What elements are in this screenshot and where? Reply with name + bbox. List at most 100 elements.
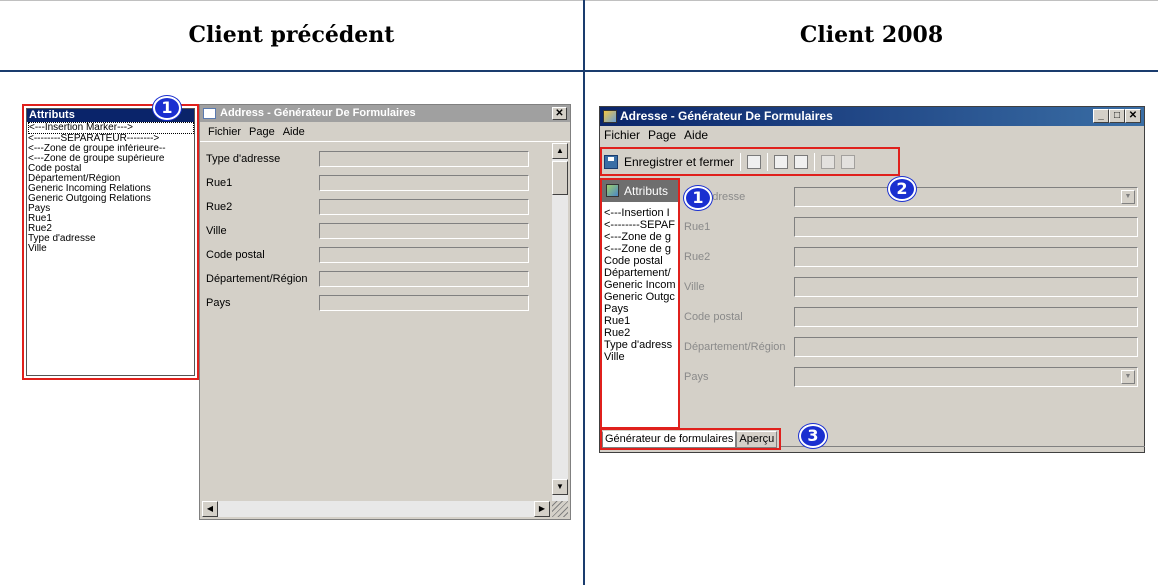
new-menu-bar: Fichier Page Aide: [600, 126, 1144, 144]
new-form-area: 'adresse ▼ Rue1 Rue2 Ville Code postal Dé…: [684, 187, 1144, 427]
scroll-thumb[interactable]: [552, 161, 568, 195]
rue2-field[interactable]: [794, 247, 1138, 267]
list-item[interactable]: <--------SEPARATEUR-------->: [28, 134, 194, 144]
list-item[interactable]: <---Zone de groupe supérieure: [28, 154, 194, 164]
dropdown-arrow-icon[interactable]: ▼: [1121, 190, 1135, 204]
pays-dropdown[interactable]: ▼: [794, 367, 1138, 387]
attributes-title: Attributs: [624, 184, 669, 198]
list-item[interactable]: Rue2: [604, 327, 678, 339]
ville-field[interactable]: [319, 223, 529, 239]
header-previous-client: Client précédent: [188, 22, 395, 48]
old-window-titlebar: Address - Générateur De Formulaires ✕: [200, 105, 570, 122]
scroll-up-icon[interactable]: ▲: [552, 143, 568, 159]
callout-badge-2: 2: [888, 177, 916, 201]
move-left-icon[interactable]: [821, 154, 836, 169]
list-item[interactable]: Type d'adress: [604, 339, 678, 351]
rue2-field[interactable]: [319, 199, 529, 215]
menu-item-fichier[interactable]: Fichier: [604, 126, 640, 144]
list-item[interactable]: Type d'adresse: [28, 234, 194, 244]
pays-field[interactable]: [319, 295, 529, 311]
close-icon[interactable]: ✕: [1125, 109, 1141, 123]
attributes-header: Attributs: [602, 180, 678, 202]
scroll-right-icon[interactable]: ▶: [534, 501, 550, 517]
list-item[interactable]: Code postal: [28, 164, 194, 174]
departement-region-field[interactable]: [794, 337, 1138, 357]
form-row: Département/Région: [206, 271, 546, 287]
field-label: Type d'adresse: [206, 153, 281, 165]
list-item[interactable]: <---Zone de groupe inférieure--: [28, 144, 194, 154]
old-menu-bar: Fichier Page Aide: [200, 122, 570, 142]
list-item[interactable]: Rue1: [28, 214, 194, 224]
type-adresse-dropdown[interactable]: ▼: [794, 187, 1138, 207]
field-label: Département/Région: [206, 273, 308, 285]
window-app-icon: [603, 110, 617, 123]
menu-item-page[interactable]: Page: [648, 126, 676, 144]
close-icon[interactable]: ✕: [552, 107, 567, 120]
field-label: Pays: [684, 371, 709, 383]
horizontal-scrollbar[interactable]: ◀ ▶: [202, 501, 550, 517]
vertical-scrollbar[interactable]: ▲ ▼: [552, 143, 568, 513]
list-item[interactable]: Generic Outgoing Relations: [28, 194, 194, 204]
list-item[interactable]: Ville: [28, 244, 194, 254]
toolbar-separator: [767, 152, 769, 171]
list-item[interactable]: <---Insertion I: [604, 207, 678, 219]
field-label: Code postal: [684, 311, 743, 323]
maximize-icon[interactable]: □: [1109, 109, 1125, 123]
list-item[interactable]: Ville: [604, 351, 678, 363]
list-item[interactable]: Pays: [28, 204, 194, 214]
old-attributes-list: Attributs <---Insertion Marker---> <----…: [22, 104, 199, 380]
list-item[interactable]: Rue1: [604, 315, 678, 327]
field-label: Département/Région: [684, 341, 786, 353]
list-item[interactable]: Rue2: [28, 224, 194, 234]
list-item[interactable]: <---Zone de g: [604, 231, 678, 243]
scroll-down-icon[interactable]: ▼: [552, 479, 568, 495]
list-item[interactable]: Pays: [604, 303, 678, 315]
field-label: Ville: [206, 225, 227, 237]
new-window-titlebar: Adresse - Générateur De Formulaires _ □ …: [600, 107, 1144, 126]
type-adresse-field[interactable]: [319, 151, 529, 167]
list-item[interactable]: Generic Outgc: [604, 291, 678, 303]
form-view-icon[interactable]: [747, 154, 762, 169]
list-item[interactable]: Département/: [604, 267, 678, 279]
list-item[interactable]: Generic Incoming Relations: [28, 184, 194, 194]
new-form-builder-window: Adresse - Générateur De Formulaires _ □ …: [599, 106, 1145, 453]
form-row: Code postal: [206, 247, 546, 263]
tab-preview[interactable]: Aperçu: [736, 431, 778, 448]
list-item[interactable]: <---Zone de g: [604, 243, 678, 255]
form-row: Pays ▼: [684, 367, 1140, 387]
list-item[interactable]: <--------SEPAF: [604, 219, 678, 231]
resize-grip-icon[interactable]: [552, 501, 568, 517]
form-row: Rue2: [206, 199, 546, 215]
new-page-icon[interactable]: [774, 154, 789, 169]
list-item[interactable]: <---Insertion Marker--->: [28, 122, 194, 134]
scroll-left-icon[interactable]: ◀: [202, 501, 218, 517]
save-icon[interactable]: [604, 154, 618, 169]
field-label: Rue2: [684, 251, 711, 263]
toolbar-separator: [814, 152, 816, 171]
departement-region-field[interactable]: [319, 271, 529, 287]
move-right-icon[interactable]: [841, 154, 856, 169]
rue1-field[interactable]: [794, 217, 1138, 237]
save-and-close-button[interactable]: Enregistrer et fermer: [624, 155, 734, 169]
tab-form-builder[interactable]: Générateur de formulaires: [602, 431, 737, 448]
list-item[interactable]: Code postal: [604, 255, 678, 267]
header-client-2008: Client 2008: [799, 22, 944, 48]
properties-icon[interactable]: [794, 154, 809, 169]
minimize-icon[interactable]: _: [1093, 109, 1109, 123]
dropdown-arrow-icon[interactable]: ▼: [1121, 370, 1135, 384]
list-item[interactable]: Département/Région: [28, 174, 194, 184]
menu-item-aide[interactable]: Aide: [684, 126, 708, 144]
window-app-icon: [203, 108, 216, 119]
field-label: Rue2: [206, 201, 233, 213]
field-label: Ville: [684, 281, 705, 293]
code-postal-field[interactable]: [319, 247, 529, 263]
list-item[interactable]: Generic Incom: [604, 279, 678, 291]
rue1-field[interactable]: [319, 175, 529, 191]
menu-item-fichier[interactable]: Fichier: [208, 122, 241, 141]
menu-item-aide[interactable]: Aide: [283, 122, 305, 141]
menu-item-page[interactable]: Page: [249, 122, 275, 141]
form-row: Ville: [206, 223, 546, 239]
code-postal-field[interactable]: [794, 307, 1138, 327]
header-divider: [0, 70, 1158, 72]
ville-field[interactable]: [794, 277, 1138, 297]
